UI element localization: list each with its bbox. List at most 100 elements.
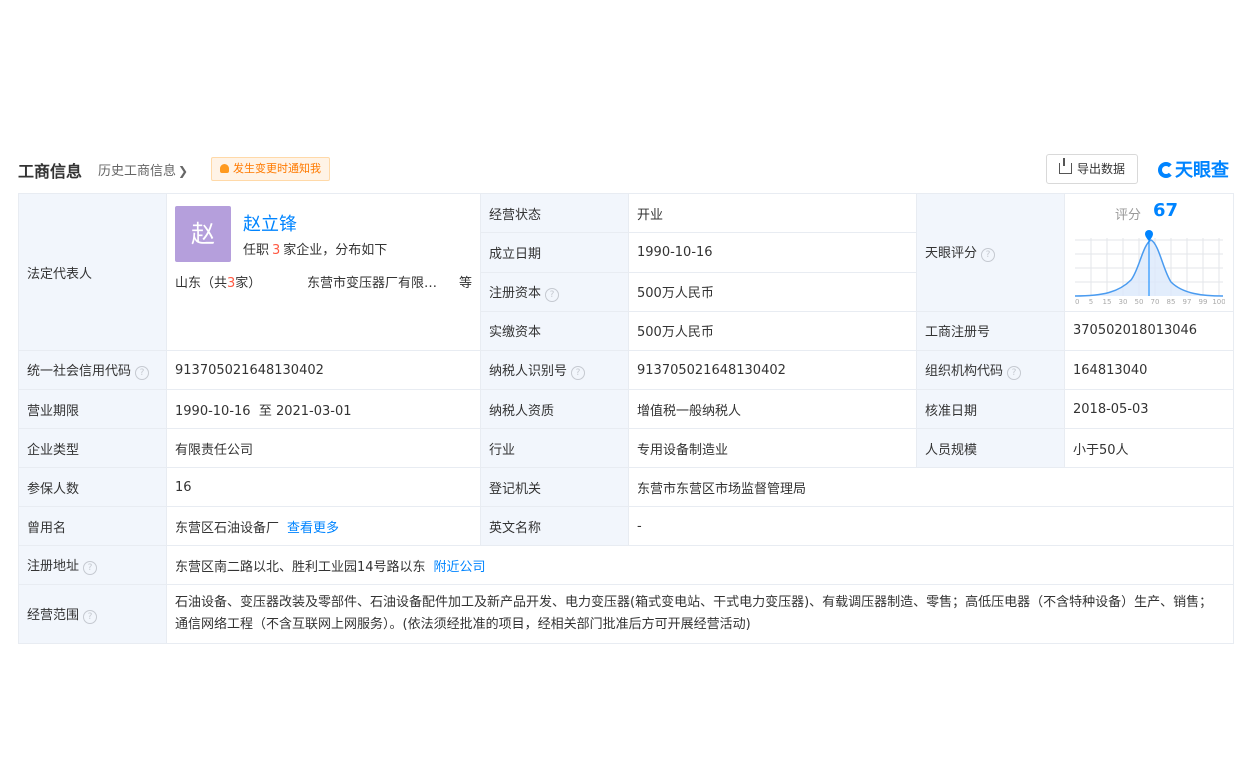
taxpayer-qual-value: 增值税一般纳税人	[628, 389, 917, 429]
scope-label: 经营范围	[27, 608, 80, 623]
insured-value: 16	[166, 467, 481, 507]
tianyan-score-cell[interactable]: 评分 67 0 5 15 30 50 70 85 97 99 100	[1064, 193, 1234, 312]
score-caption: 评分	[1115, 208, 1142, 223]
score-axis-tick: 100	[1212, 298, 1225, 306]
business-info-table: 法定代表人 赵 赵立锋 任职 3 家企业，分布如下 山东（共3家） 东营市变压器厂有…	[18, 192, 1234, 644]
registrar-value: 东营市东营区市场监督管理局	[628, 467, 1234, 507]
history-link-label[interactable]: 历史工商信息	[98, 164, 176, 179]
positions-suffix: 家企业，分布如下	[283, 243, 388, 258]
term-label: 营业期限	[18, 389, 167, 429]
export-data-button[interactable]: 导出数据	[1046, 154, 1138, 184]
scope-label-cell: 经营范围?	[18, 584, 167, 644]
staff-size-value: 小于50人	[1064, 428, 1234, 468]
score-axis-tick: 97	[1183, 298, 1192, 306]
legal-rep-positions: 任职 3 家企业，分布如下	[243, 239, 387, 258]
help-icon[interactable]: ?	[571, 366, 586, 380]
reg-capital-value: 500万人民币	[628, 271, 917, 312]
score-axis-tick: 5	[1089, 298, 1093, 306]
english-name-value: -	[628, 506, 1234, 546]
score-axis-tick: 70	[1151, 298, 1160, 306]
score-axis-tick: 85	[1167, 298, 1176, 306]
address-value: 东营区南二路以北、胜利工业园14号路以东	[175, 559, 426, 575]
registrar-label: 登记机关	[480, 467, 629, 507]
history-link[interactable]: 历史工商信息 ❯	[98, 160, 188, 179]
score-axis-tick: 30	[1119, 298, 1128, 306]
legal-rep-name[interactable]: 赵立锋	[243, 210, 297, 236]
help-icon[interactable]: ?	[545, 287, 560, 302]
help-icon[interactable]: ?	[1007, 366, 1022, 380]
legal-rep-label: 法定代表人	[18, 193, 167, 351]
paid-capital-label: 实缴资本	[480, 310, 629, 352]
status-value: 开业	[628, 192, 917, 234]
address-label: 注册地址	[27, 559, 80, 574]
org-code-value: 164813040	[1064, 350, 1234, 390]
table-row: 注册地址? 东营区南二路以北、胜利工业园14号路以东 附近公司	[18, 545, 1234, 585]
reg-no-value: 370502018013046	[1064, 310, 1234, 352]
scope-value: 石油设备、变压器改装及零部件、石油设备配件加工及新产品开发、电力变压器(箱式变电…	[166, 584, 1234, 644]
positions-prefix: 任职	[243, 243, 270, 258]
export-label[interactable]: 导出数据	[1077, 162, 1125, 176]
legal-rep-region[interactable]: 山东（共3家）	[175, 272, 261, 291]
help-icon[interactable]: ?	[981, 248, 996, 263]
paid-capital-value: 500万人民币	[628, 310, 917, 352]
chevron-right-icon: ❯	[178, 164, 189, 178]
industry-value: 专用设备制造业	[628, 428, 917, 468]
english-name-label: 英文名称	[480, 506, 629, 546]
approval-date-label: 核准日期	[916, 389, 1065, 429]
nearby-companies-link[interactable]: 附近公司	[434, 560, 486, 575]
table-row: 法定代表人 赵 赵立锋 任职 3 家企业，分布如下 山东（共3家） 东营市变压器厂有…	[18, 192, 1234, 351]
taxpayer-qual-label: 纳税人资质	[480, 389, 629, 429]
address-cell: 东营区南二路以北、胜利工业园14号路以东 附近公司	[166, 545, 1234, 585]
section-title: 工商信息	[18, 162, 83, 181]
table-row: 曾用名 东营区石油设备厂 查看更多 英文名称 -	[18, 506, 1234, 546]
table-row: 营业期限 1990-10-16 至 2021-03-01 纳税人资质 增值税一般…	[18, 389, 1234, 429]
tianyancha-logo: 天眼查	[1158, 156, 1229, 182]
bell-icon	[220, 164, 229, 173]
legal-rep-company[interactable]: 东营市变压器厂有限公司	[307, 272, 447, 291]
reg-no-label: 工商注册号	[916, 310, 1065, 352]
legal-rep-cell: 赵 赵立锋 任职 3 家企业，分布如下 山东（共3家） 东营市变压器厂有限公司 等	[166, 193, 481, 351]
credit-code-label: 统一社会信用代码	[27, 364, 132, 379]
table-row: 统一社会信用代码? 913705021648130402 纳税人识别号? 913…	[18, 350, 1234, 390]
help-icon[interactable]: ?	[83, 610, 98, 624]
taxpayer-id-label-cell: 纳税人识别号?	[480, 350, 629, 390]
former-name-cell: 东营区石油设备厂 查看更多	[166, 506, 481, 546]
term-value: 1990-10-16 至 2021-03-01	[166, 389, 481, 429]
staff-size-label: 人员规模	[916, 428, 1065, 468]
reg-capital-label: 注册资本	[489, 285, 542, 301]
reg-capital-label-cell: 注册资本?	[480, 271, 629, 312]
region-suffix: 家）	[235, 276, 262, 291]
legal-rep-etc: 等	[459, 276, 473, 291]
company-type-label: 企业类型	[18, 428, 167, 468]
company-type-value: 有限责任公司	[166, 428, 481, 468]
former-name-label: 曾用名	[18, 506, 167, 546]
logo-text: 天眼查	[1175, 160, 1229, 181]
credit-code-label-cell: 统一社会信用代码?	[18, 350, 167, 390]
tianyan-score-label-cell: 天眼评分?	[916, 193, 1065, 312]
table-row: 经营范围? 石油设备、变压器改装及零部件、石油设备配件加工及新产品开发、电力变压…	[18, 584, 1234, 644]
industry-label: 行业	[480, 428, 629, 468]
avatar: 赵	[175, 206, 231, 262]
positions-count: 3	[272, 243, 281, 258]
org-code-label: 组织机构代码	[925, 364, 1004, 379]
table-row: 企业类型 有限责任公司 行业 专用设备制造业 人员规模 小于50人	[18, 428, 1234, 468]
score-distribution-chart: 0 5 15 30 50 70 85 97 99 100	[1074, 230, 1225, 306]
taxpayer-id-label: 纳税人识别号	[489, 364, 568, 379]
credit-code-value: 913705021648130402	[166, 350, 481, 390]
notify-change-button[interactable]: 发生变更时通知我	[211, 157, 330, 181]
help-icon[interactable]: ?	[83, 561, 98, 575]
view-more-link[interactable]: 查看更多	[287, 521, 339, 536]
former-name-value: 东营区石油设备厂	[175, 520, 280, 536]
tianyan-score-label: 天眼评分	[925, 246, 978, 262]
insured-label: 参保人数	[18, 467, 167, 507]
status-label: 经营状态	[480, 192, 629, 234]
taxpayer-id-value: 913705021648130402	[628, 350, 917, 390]
logo-mark-icon	[1158, 162, 1174, 178]
table-row: 参保人数 16 登记机关 东营市东营区市场监督管理局	[18, 467, 1234, 507]
score-axis-tick: 99	[1199, 298, 1208, 306]
region-prefix: 山东（共	[175, 276, 228, 291]
founded-value: 1990-10-16	[628, 232, 917, 273]
notify-label[interactable]: 发生变更时通知我	[233, 162, 321, 175]
help-icon[interactable]: ?	[135, 366, 150, 380]
section-header: 工商信息 历史工商信息 ❯ 发生变更时通知我 导出数据 天眼查	[18, 152, 1232, 188]
